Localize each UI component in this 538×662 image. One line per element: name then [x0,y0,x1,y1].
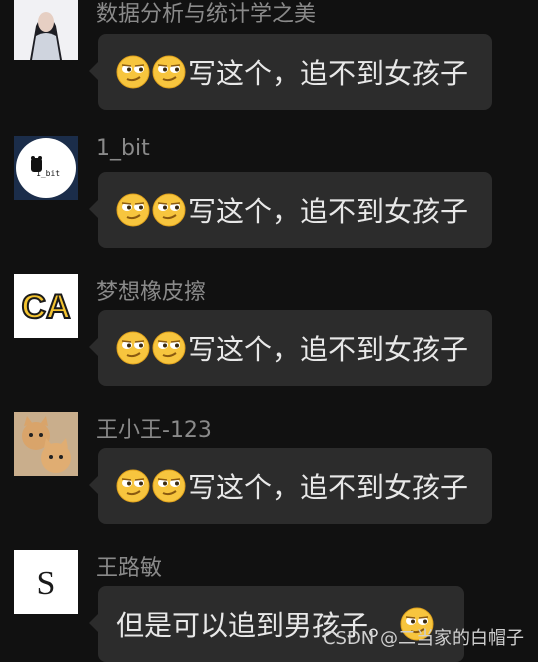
smirk-face-icon [152,469,186,503]
smirk-face-icon [116,331,150,365]
avatar[interactable] [14,412,78,476]
sender-name: 梦想橡皮擦 [96,280,207,305]
avatar-label: CA [21,288,70,326]
avatar-label: S [37,565,56,602]
message-bubble[interactable]: 写这个，追不到女孩子 [89,172,492,248]
message-text: 写这个，追不到女孩子 [188,471,469,504]
smirk-face-icon [116,469,150,503]
message-bubble[interactable]: 写这个，追不到女孩子 [89,34,492,110]
avatar-photo-icon [14,0,78,60]
message-text: 写这个，追不到女孩子 [188,57,469,90]
sender-name: 王路敏 [96,556,163,581]
avatar-label: 1_bit [36,169,60,178]
avatar[interactable]: CA [14,274,78,338]
avatar-logo-icon: CA [14,274,78,338]
smirk-face-icon [152,55,186,89]
smirk-face-icon [116,193,150,227]
avatar[interactable]: 1_bit [14,136,78,200]
avatar[interactable]: S [14,550,78,614]
sender-name: 王小王-123 [96,418,212,443]
message-text: 写这个，追不到女孩子 [188,333,469,366]
avatar-logo-icon: 1_bit [14,136,78,200]
smirk-face-icon [116,55,150,89]
message-text: 写这个，追不到女孩子 [188,195,469,228]
avatar[interactable] [14,0,78,60]
watermark: CSDN @二当家的白帽子 [322,628,524,649]
message-bubble[interactable]: 写这个，追不到女孩子 [89,310,492,386]
smirk-face-icon [152,193,186,227]
sender-name: 1_bit [96,136,150,161]
message-bubble[interactable]: 写这个，追不到女孩子 [89,448,492,524]
avatar-logo-icon: S [14,550,78,614]
smirk-face-icon [152,331,186,365]
sender-name: 数据分析与统计学之美 [96,2,317,27]
cats-photo-icon [14,412,78,476]
